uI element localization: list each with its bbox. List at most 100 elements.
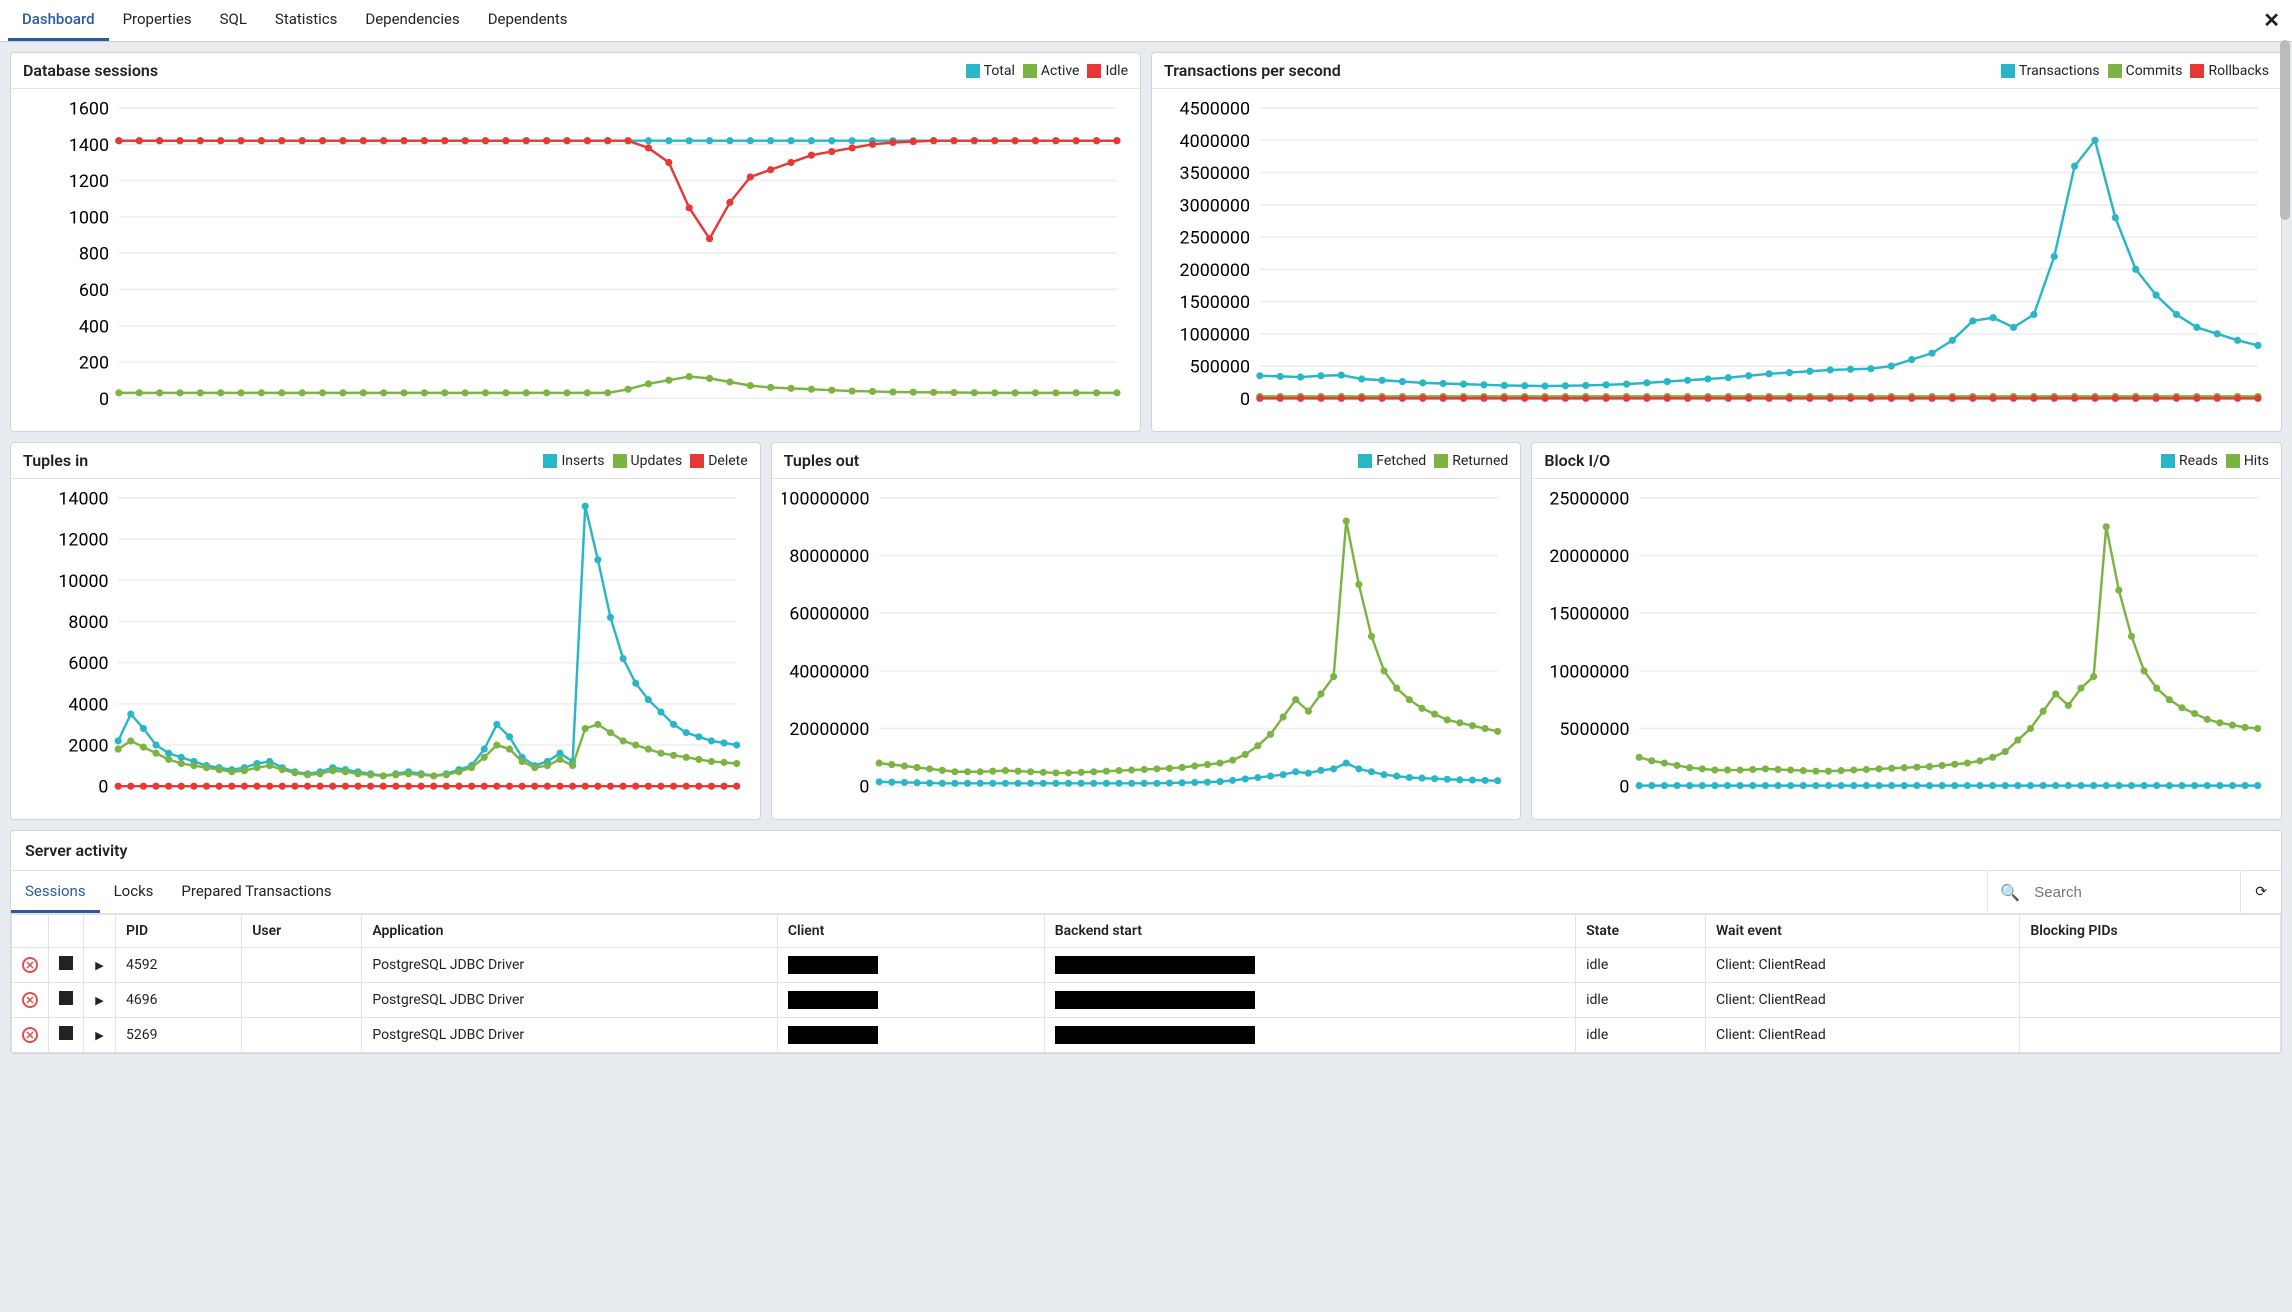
cell-blocking [2020, 948, 2281, 983]
legend-returned[interactable]: Returned [1434, 453, 1508, 469]
close-icon[interactable]: ✕ [2263, 8, 2280, 32]
sa-tab-prepared[interactable]: Prepared Transactions [167, 872, 345, 913]
cell-user [242, 983, 362, 1018]
legend-fetched[interactable]: Fetched [1358, 453, 1426, 469]
svg-text:8000: 8000 [68, 612, 108, 633]
cell-client [777, 1018, 1044, 1053]
svg-text:1500000: 1500000 [1180, 292, 1251, 313]
table-row[interactable]: ✕▶4592PostgreSQL JDBC DriveridleClient: … [12, 948, 2281, 983]
svg-text:5000000: 5000000 [1560, 719, 1630, 740]
legend-updates[interactable]: Updates [613, 453, 683, 469]
scrollbar-thumb[interactable] [2280, 40, 2290, 220]
legend-active[interactable]: Active [1023, 63, 1080, 79]
col-header[interactable] [12, 915, 49, 948]
expand-icon[interactable]: ▶ [95, 959, 103, 972]
col-header[interactable]: State [1576, 915, 1706, 948]
col-header[interactable]: PID [116, 915, 242, 948]
chart-db-sessions: 02004006008001000120014001600 [21, 95, 1130, 421]
panel-block-io: Block I/O Reads Hits 0500000010000000150… [1531, 442, 2282, 820]
panel-title: Tuples in [23, 451, 88, 470]
expand-icon[interactable]: ▶ [95, 1029, 103, 1042]
stop-icon[interactable] [59, 1026, 73, 1040]
cell-client [777, 948, 1044, 983]
sa-tab-locks[interactable]: Locks [100, 872, 168, 913]
svg-text:1200: 1200 [69, 171, 109, 192]
search-input[interactable] [2028, 878, 2228, 907]
chart-tuples-in: 02000400060008000100001200014000 [21, 485, 750, 809]
panel-tuples-in: Tuples in Inserts Updates Delete 0200040… [10, 442, 761, 820]
svg-text:3000000: 3000000 [1180, 195, 1251, 216]
panel-tuples-out: Tuples out Fetched Returned 020000000400… [771, 442, 1522, 820]
legend-hits[interactable]: Hits [2226, 453, 2269, 469]
tab-statistics[interactable]: Statistics [261, 0, 351, 41]
refresh-button[interactable]: ⟳ [2240, 871, 2281, 913]
svg-text:20000000: 20000000 [1550, 546, 1630, 567]
col-header[interactable]: Wait event [1705, 915, 2019, 948]
panel-tps: Transactions per second Transactions Com… [1151, 52, 2282, 432]
col-header[interactable]: Client [777, 915, 1044, 948]
table-row[interactable]: ✕▶4696PostgreSQL JDBC DriveridleClient: … [12, 983, 2281, 1018]
col-header[interactable]: Blocking PIDs [2020, 915, 2281, 948]
col-header[interactable] [49, 915, 84, 948]
legend-inserts[interactable]: Inserts [543, 453, 604, 469]
cell-app: PostgreSQL JDBC Driver [362, 948, 778, 983]
cell-backend [1044, 948, 1575, 983]
stop-icon[interactable] [59, 956, 73, 970]
svg-text:25000000: 25000000 [1550, 489, 1630, 510]
svg-text:800: 800 [79, 244, 109, 265]
svg-text:1400: 1400 [69, 135, 109, 156]
sa-tab-sessions[interactable]: Sessions [11, 872, 100, 913]
tab-dependencies[interactable]: Dependencies [351, 0, 473, 41]
legend-transactions[interactable]: Transactions [2001, 63, 2100, 79]
expand-icon[interactable]: ▶ [95, 994, 103, 1007]
svg-text:10000000: 10000000 [1550, 662, 1630, 683]
svg-text:60000000: 60000000 [789, 604, 869, 625]
svg-text:0: 0 [98, 777, 108, 798]
refresh-icon: ⟳ [2255, 884, 2267, 900]
col-header[interactable]: Backend start [1044, 915, 1575, 948]
tab-sql[interactable]: SQL [206, 0, 261, 41]
svg-text:0: 0 [99, 389, 109, 410]
cell-wait: Client: ClientRead [1705, 948, 2019, 983]
tab-dashboard[interactable]: Dashboard [8, 0, 109, 41]
stop-icon[interactable] [59, 991, 73, 1005]
cancel-icon[interactable]: ✕ [22, 1027, 38, 1043]
panel-title: Block I/O [1544, 451, 1610, 470]
cancel-icon[interactable]: ✕ [22, 957, 38, 973]
svg-text:10000: 10000 [58, 571, 108, 592]
svg-text:0: 0 [859, 777, 869, 798]
svg-text:15000000: 15000000 [1550, 604, 1630, 625]
legend-rollbacks[interactable]: Rollbacks [2190, 63, 2269, 79]
legend-reads[interactable]: Reads [2161, 453, 2218, 469]
tab-properties[interactable]: Properties [109, 0, 206, 41]
legend-delete[interactable]: Delete [690, 453, 747, 469]
server-activity-title: Server activity [11, 831, 2281, 871]
svg-text:600: 600 [79, 280, 109, 301]
sessions-table: PIDUserApplicationClientBackend startSta… [11, 914, 2281, 1053]
svg-text:4000: 4000 [68, 694, 108, 715]
cell-user [242, 1018, 362, 1053]
legend-idle[interactable]: Idle [1087, 63, 1128, 79]
cell-state: idle [1576, 948, 1706, 983]
cell-client [777, 983, 1044, 1018]
chart-block-io: 0500000010000000150000002000000025000000 [1542, 485, 2271, 809]
svg-text:3500000: 3500000 [1180, 163, 1251, 184]
svg-text:1000000: 1000000 [1180, 324, 1251, 345]
chart-tuples-out: 0200000004000000060000000800000001000000… [782, 485, 1511, 809]
cell-wait: Client: ClientRead [1705, 983, 2019, 1018]
svg-text:12000: 12000 [58, 530, 108, 551]
chart-tps: 0500000100000015000002000000250000030000… [1162, 95, 2271, 421]
col-header[interactable]: User [242, 915, 362, 948]
svg-text:100000000: 100000000 [782, 489, 869, 510]
panel-server-activity: Server activity Sessions Locks Prepared … [10, 830, 2282, 1054]
legend-commits[interactable]: Commits [2108, 63, 2183, 79]
cancel-icon[interactable]: ✕ [22, 992, 38, 1008]
search-box: 🔍 [1987, 871, 2240, 913]
col-header[interactable] [84, 915, 116, 948]
svg-text:4500000: 4500000 [1180, 99, 1251, 120]
cell-app: PostgreSQL JDBC Driver [362, 983, 778, 1018]
tab-dependents[interactable]: Dependents [474, 0, 582, 41]
legend-total[interactable]: Total [966, 63, 1015, 79]
col-header[interactable]: Application [362, 915, 778, 948]
table-row[interactable]: ✕▶5269PostgreSQL JDBC DriveridleClient: … [12, 1018, 2281, 1053]
